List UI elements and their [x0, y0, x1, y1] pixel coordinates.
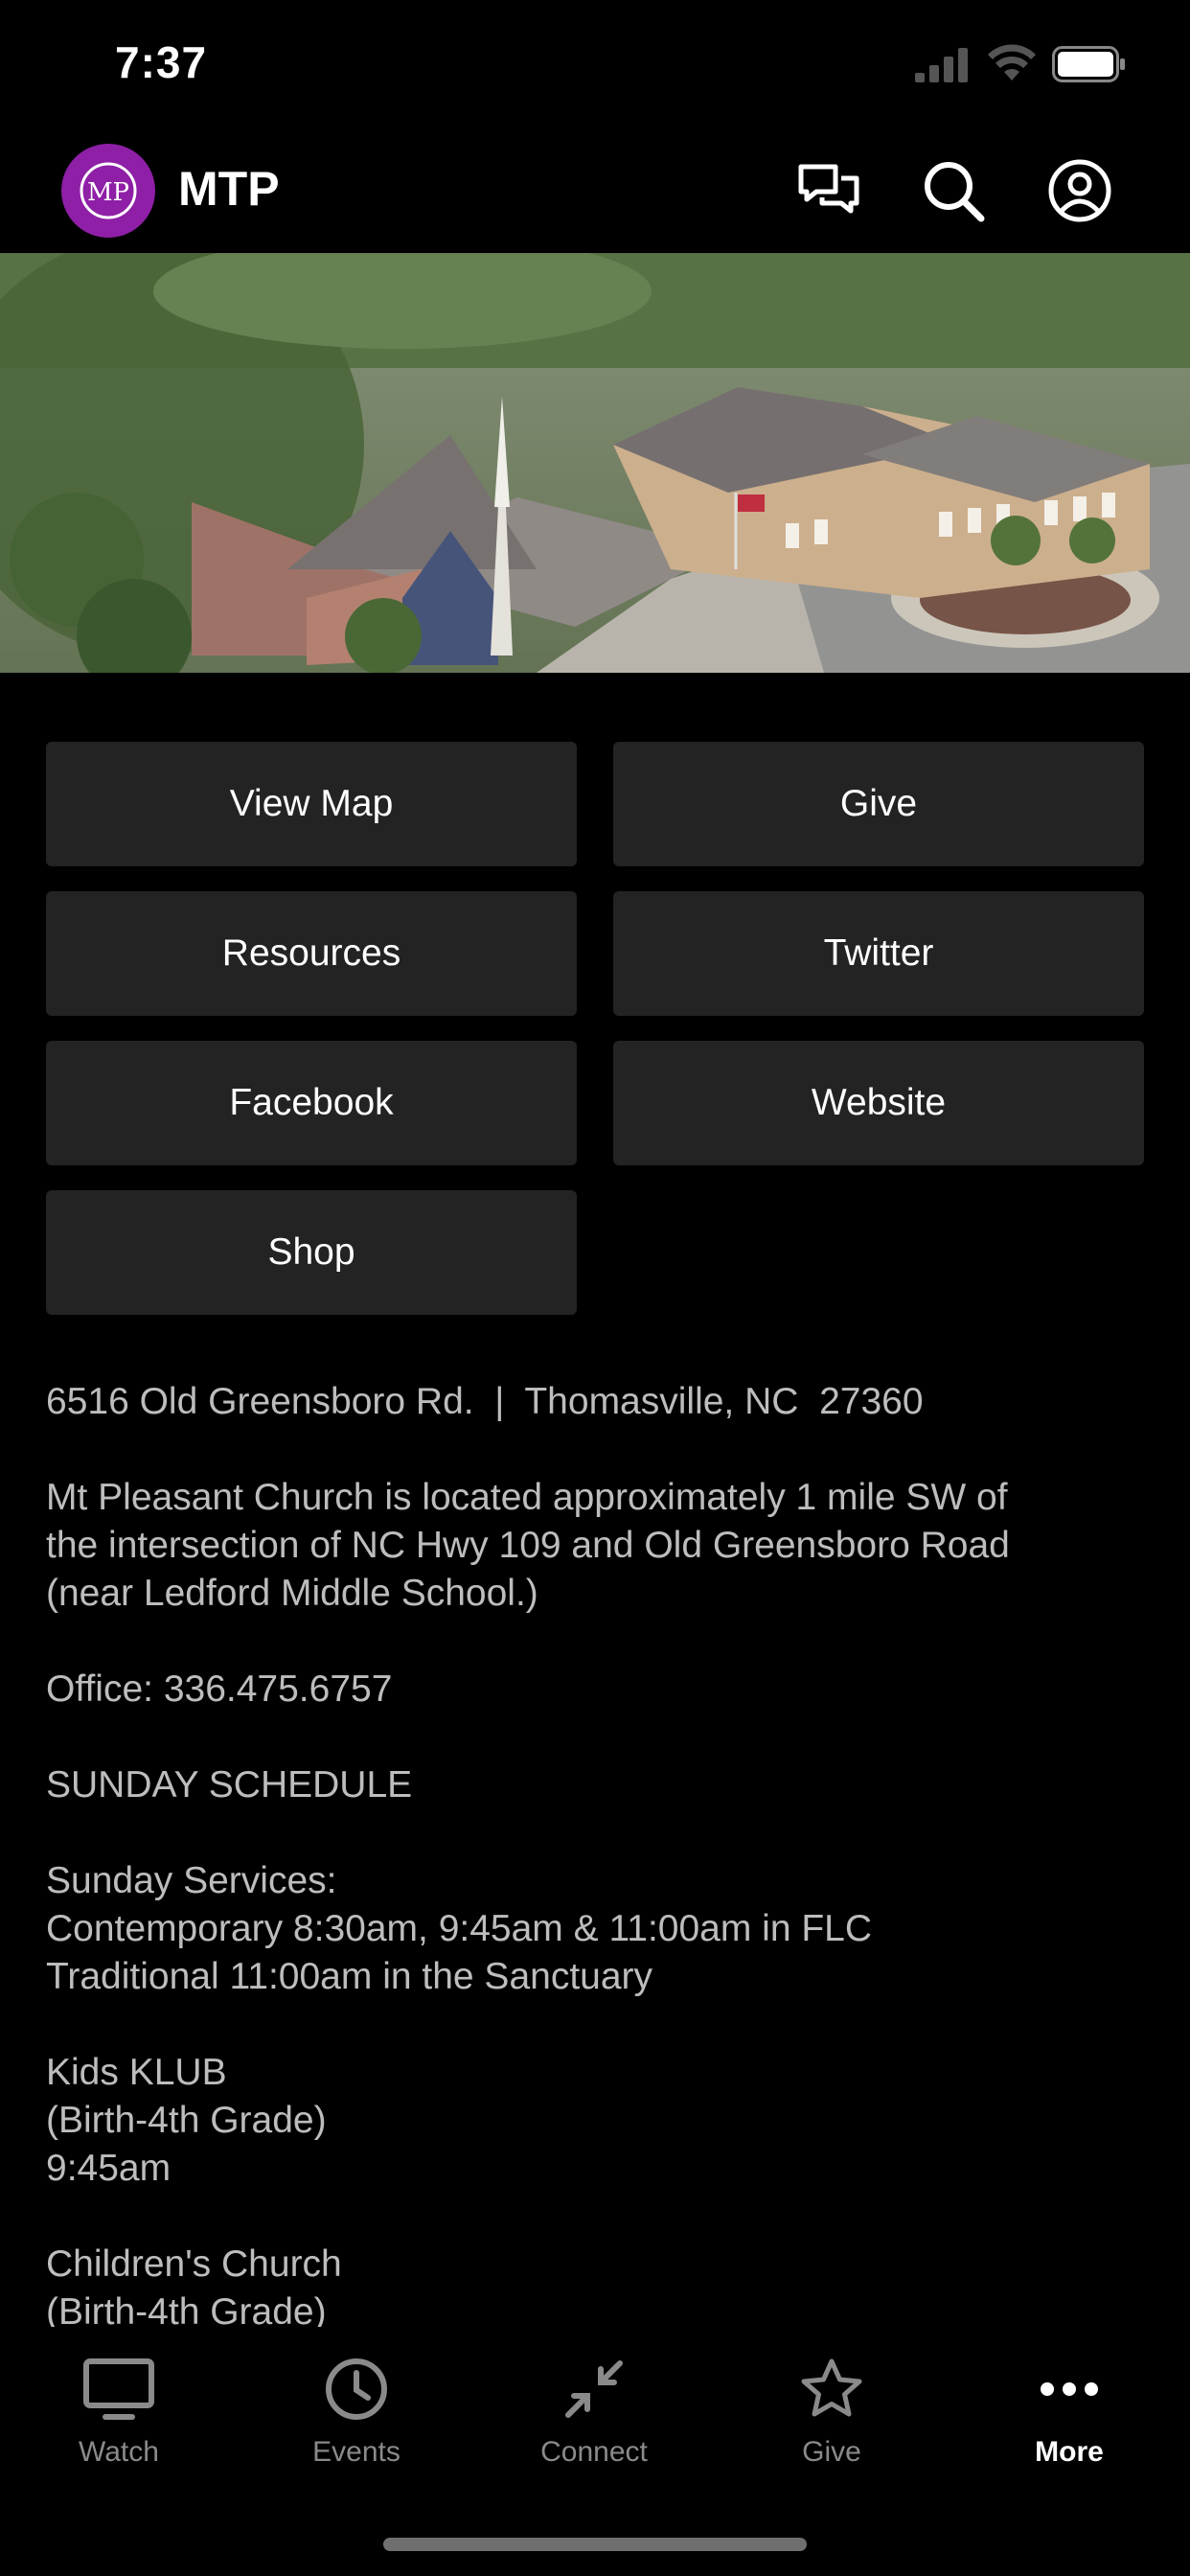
tab-connect[interactable]: Connect	[498, 2356, 690, 2469]
search-icon[interactable]	[920, 157, 987, 224]
status-time: 7:37	[115, 37, 208, 87]
status-bar: 7:37	[0, 0, 1190, 134]
kids-klub: Kids KLUB (Birth-4th Grade) 9:45am	[46, 2052, 327, 2189]
star-icon	[801, 2358, 862, 2417]
hero-image	[0, 253, 1190, 673]
tab-watch[interactable]: Watch	[23, 2356, 215, 2469]
wifi-icon	[988, 44, 1036, 80]
mp-monogram-icon: MP	[80, 162, 137, 219]
resources-button[interactable]: Resources	[46, 891, 577, 1016]
cellular-signal-icon	[915, 48, 968, 82]
battery-icon	[1052, 46, 1125, 82]
svg-text:MP: MP	[87, 178, 129, 207]
compress-arrows-icon	[565, 2360, 623, 2418]
office-phone: Office: 336.475.6757	[46, 1668, 393, 1710]
chat-bubbles-icon[interactable]	[795, 157, 862, 224]
tab-give[interactable]: Give	[736, 2356, 927, 2469]
address: 6516 Old Greensboro Rd. | Thomasville, N…	[46, 1381, 924, 1422]
church-info: 6516 Old Greensboro Rd. | Thomasville, N…	[46, 1378, 1148, 2384]
sunday-services: Sunday Services: Contemporary 8:30am, 9:…	[46, 1860, 873, 1997]
childrens-church: Children's Church (Birth-4th Grade)	[46, 2243, 342, 2333]
tab-more[interactable]: More	[973, 2356, 1165, 2469]
shop-button[interactable]: Shop	[46, 1190, 577, 1315]
facebook-button[interactable]: Facebook	[46, 1041, 577, 1165]
home-indicator[interactable]	[383, 2538, 807, 2551]
monitor-icon	[83, 2358, 154, 2420]
app-header: MP MTP	[0, 134, 1190, 253]
view-map-button[interactable]: View Map	[46, 742, 577, 866]
directions: Mt Pleasant Church is located approximat…	[46, 1477, 1010, 1614]
schedule-heading: SUNDAY SCHEDULE	[46, 1764, 413, 1806]
tab-events[interactable]: Events	[261, 2356, 452, 2469]
give-button[interactable]: Give	[613, 742, 1144, 866]
clock-icon	[326, 2358, 387, 2420]
website-button[interactable]: Website	[613, 1041, 1144, 1165]
app-title: MTP	[178, 162, 280, 216]
church-logo[interactable]: MP	[61, 144, 155, 238]
ellipsis-icon	[1041, 2382, 1098, 2396]
profile-icon[interactable]	[1046, 157, 1113, 224]
twitter-button[interactable]: Twitter	[613, 891, 1144, 1016]
